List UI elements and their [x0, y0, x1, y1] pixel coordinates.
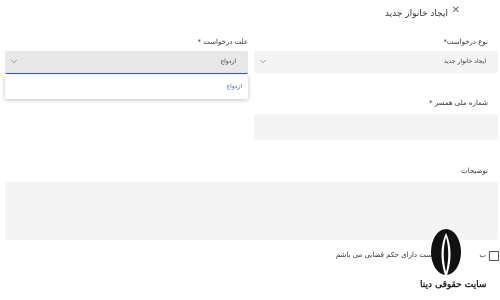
spouse-national-id-label: شماره ملی همسر * [428, 99, 488, 107]
close-icon[interactable]: ✕ [452, 5, 460, 16]
watermark-site-name: سایت حقوقی دینا [420, 280, 487, 290]
dialog-title: ایجاد خانوار جدید [384, 9, 448, 19]
notes-textarea[interactable] [5, 182, 498, 240]
request-reason-label: علت درخواست * [197, 38, 248, 46]
court-order-checkbox[interactable] [489, 251, 499, 261]
watermark-logo [431, 229, 461, 278]
request-type-select[interactable]: ایجاد خانوار جدید ⌵ [254, 51, 498, 73]
request-reason-select[interactable]: ازدواج ⌵ [5, 51, 248, 74]
dropdown-option[interactable]: ازدواج [226, 83, 242, 90]
chevron-down-icon: ⌵ [11, 56, 18, 65]
request-reason-value: ازدواج [220, 58, 236, 65]
chevron-down-icon: ⌵ [260, 56, 267, 65]
notes-label: توضیحات [461, 167, 488, 175]
court-order-label-prefix: ب [479, 251, 486, 259]
request-type-label: نوع درخواست* [443, 38, 488, 46]
request-type-value: ایجاد خانوار جدید [443, 58, 486, 65]
spouse-national-id-field[interactable] [254, 114, 498, 140]
request-reason-dropdown: ازدواج [5, 75, 248, 99]
court-order-label: ست دارای حکم قضایی می باشم [335, 251, 432, 259]
